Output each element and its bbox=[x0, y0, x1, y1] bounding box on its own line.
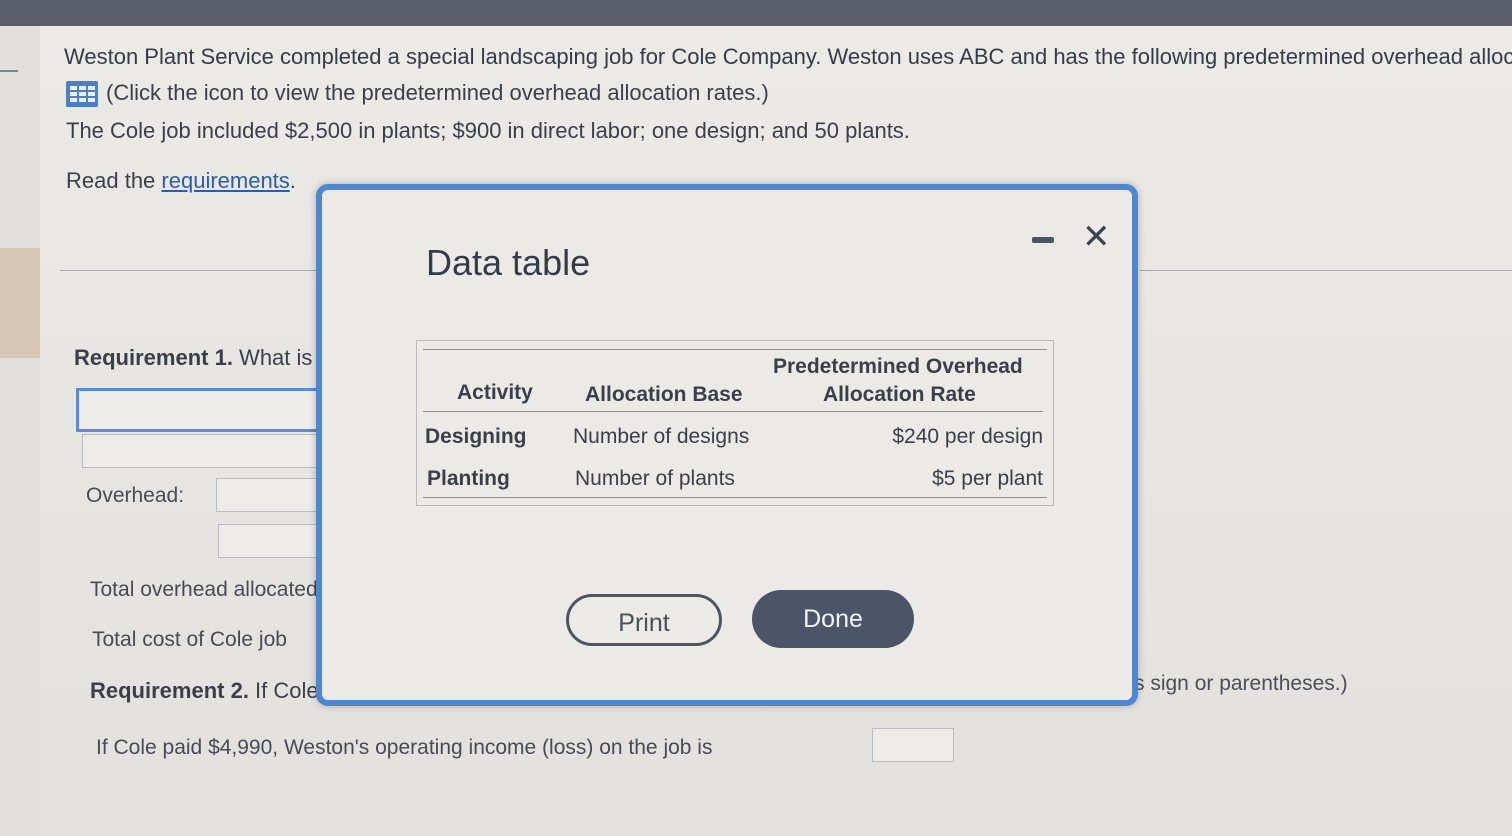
overhead-rate-table: Activity Allocation Base Predetermined O… bbox=[416, 340, 1054, 506]
req2-label: Requirement 2. bbox=[90, 678, 249, 703]
header-rule bbox=[423, 411, 1043, 412]
row-designing-base: Number of designs bbox=[573, 425, 750, 448]
row-designing-rate: $240 per design bbox=[892, 425, 1043, 448]
total-overhead-label: Total overhead allocated bbox=[90, 578, 318, 601]
row-planting-base: Number of plants bbox=[575, 467, 735, 490]
requirements-link[interactable]: requirements bbox=[161, 168, 289, 193]
close-icon[interactable]: ✕ bbox=[1082, 220, 1111, 254]
browser-top-bar bbox=[0, 0, 1512, 26]
row-planting-activity: Planting bbox=[427, 467, 510, 490]
overhead-input-2[interactable] bbox=[218, 524, 322, 558]
total-cost-label: Total cost of Cole job bbox=[92, 628, 287, 651]
divider-right bbox=[1140, 270, 1512, 271]
req2-hint: s sign or parentheses.) bbox=[1134, 672, 1348, 695]
left-accent-block bbox=[0, 248, 44, 358]
table-grid-icon[interactable] bbox=[66, 81, 98, 108]
table-top-rule bbox=[423, 349, 1047, 350]
operating-income-input[interactable] bbox=[872, 728, 954, 762]
job-details: The Cole job included $2,500 in plants; … bbox=[66, 118, 910, 143]
click-icon-line: (Click the icon to view the predetermine… bbox=[66, 80, 769, 108]
req1-text: What is bbox=[232, 345, 313, 370]
data-table-modal: Data table ✕ Activity Allocation Base Pr… bbox=[316, 184, 1138, 706]
problem-intro: Weston Plant Service completed a special… bbox=[64, 44, 1512, 69]
requirement-1: Requirement 1. What is bbox=[74, 345, 312, 371]
operating-income-text: If Cole paid $4,990, Weston's operating … bbox=[96, 736, 713, 759]
requirement-2: Requirement 2. If Cole p bbox=[90, 678, 337, 704]
click-icon-text: (Click the icon to view the predetermine… bbox=[106, 80, 769, 105]
row-planting-rate: $5 per plant bbox=[932, 467, 1043, 490]
minimize-icon[interactable] bbox=[1032, 237, 1054, 243]
answer-input-1[interactable] bbox=[76, 388, 326, 432]
read-suffix: . bbox=[289, 168, 296, 193]
req1-label: Requirement 1. bbox=[74, 345, 233, 370]
table-bottom-rule bbox=[423, 497, 1047, 498]
modal-title: Data table bbox=[426, 242, 591, 283]
answer-input-2[interactable] bbox=[82, 434, 322, 468]
left-tick bbox=[0, 70, 18, 72]
header-activity: Activity bbox=[457, 381, 533, 404]
header-allocation-base: Allocation Base bbox=[585, 383, 743, 406]
left-margin bbox=[0, 26, 40, 836]
header-rate-line1: Predetermined Overhead bbox=[773, 355, 1023, 378]
header-rate-line2: Allocation Rate bbox=[823, 383, 976, 406]
row-designing-activity: Designing bbox=[425, 425, 527, 448]
overhead-input-1[interactable] bbox=[216, 478, 322, 512]
read-requirements-line: Read the requirements. bbox=[66, 168, 296, 194]
divider-left bbox=[60, 270, 320, 271]
read-prefix: Read the bbox=[66, 168, 162, 193]
done-button[interactable]: Done bbox=[752, 590, 914, 648]
overhead-label: Overhead: bbox=[86, 484, 185, 507]
print-button[interactable]: Print bbox=[566, 594, 722, 646]
